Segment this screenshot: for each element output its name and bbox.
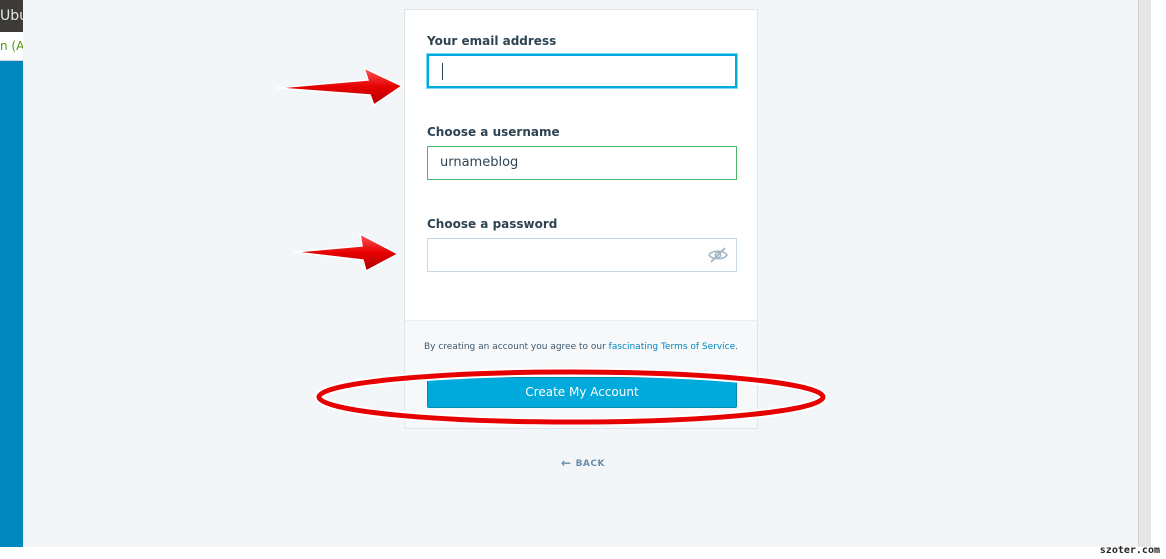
- terms-of-service-link[interactable]: fascinating Terms of Service: [609, 342, 736, 352]
- scrollbar[interactable]: [1138, 0, 1151, 559]
- terms-notice: By creating an account you agree to our …: [405, 342, 757, 352]
- email-field[interactable]: [427, 54, 737, 88]
- bottom-bar: [0, 547, 1166, 559]
- eye-slash-icon[interactable]: [708, 247, 728, 267]
- arrow-left-icon: ←: [561, 456, 572, 470]
- username-field[interactable]: urnameblog: [427, 146, 737, 180]
- username-label: Choose a username: [427, 125, 560, 139]
- password-field[interactable]: [427, 238, 737, 272]
- password-label: Choose a password: [427, 217, 558, 231]
- red-arrow-email: [275, 66, 404, 107]
- watermark: szoter.com: [1099, 545, 1160, 556]
- terms-suffix: .: [735, 342, 739, 352]
- background-text-fragment: n (Au: [0, 32, 23, 61]
- email-label: Your email address: [427, 34, 557, 48]
- back-label: BACK: [575, 459, 605, 469]
- right-edge: [1138, 0, 1166, 559]
- terms-prefix: By creating an account you agree to our: [423, 342, 609, 352]
- signup-card: Your email address Choose a username urn…: [404, 9, 758, 429]
- red-arrow-password: [293, 232, 400, 273]
- back-link[interactable]: ← BACK: [561, 456, 605, 470]
- text-caret: [442, 63, 443, 80]
- background-window-strip: Ubu n (Au: [0, 0, 23, 559]
- ubuntu-tab-fragment[interactable]: Ubu: [0, 0, 23, 32]
- create-account-button[interactable]: Create My Account: [427, 377, 737, 408]
- card-footer: [405, 320, 757, 428]
- username-value: urnameblog: [440, 155, 519, 170]
